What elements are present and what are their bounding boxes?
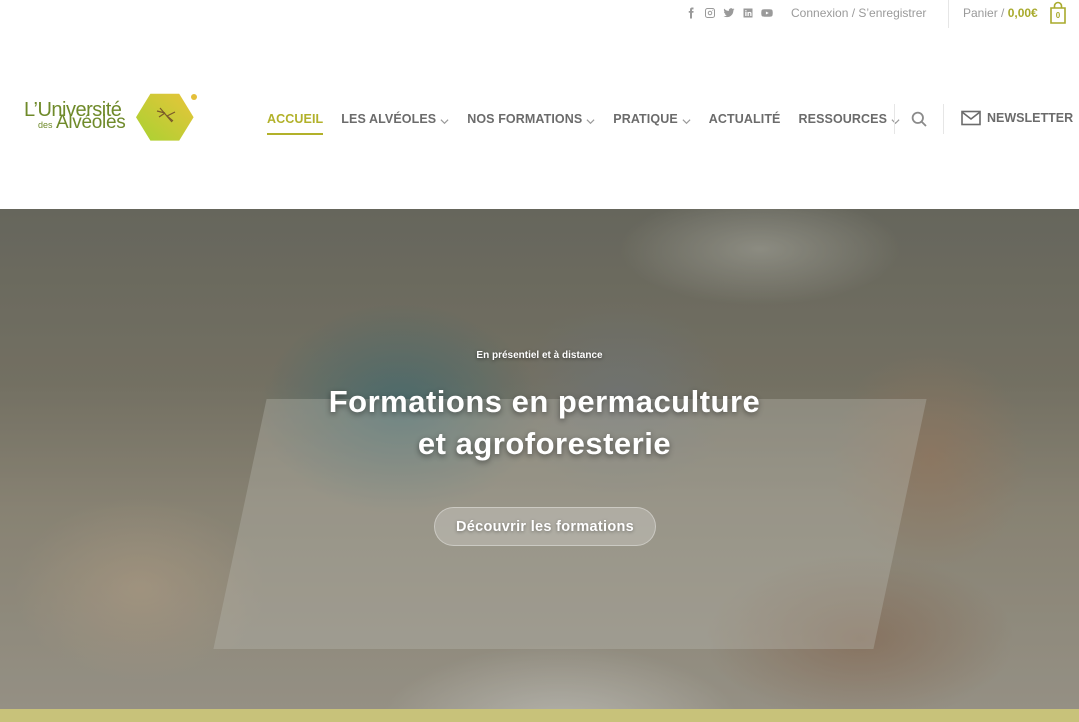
nav-item-label: RESSOURCES bbox=[798, 112, 888, 126]
envelope-icon bbox=[961, 110, 981, 126]
main-navigation: ACCUEIL LES ALVÉOLES NOS FORMATIONS PRAT… bbox=[267, 108, 918, 135]
nav-item-pratique[interactable]: PRATIQUE bbox=[613, 112, 691, 126]
nav-item-nos-formations[interactable]: NOS FORMATIONS bbox=[467, 112, 595, 126]
newsletter-link[interactable]: NEWSLETTER bbox=[961, 110, 1073, 126]
hero-title-line2: et agroforesterie bbox=[417, 426, 672, 461]
nav-item-accueil[interactable]: ACCUEIL bbox=[267, 112, 324, 135]
nav-item-label: ACCUEIL bbox=[267, 112, 324, 126]
hero-title: Formations en permaculture et agroforest… bbox=[0, 381, 1079, 465]
chevron-down-icon bbox=[891, 115, 900, 124]
twitter-icon[interactable] bbox=[722, 6, 735, 19]
nav-item-label: NOS FORMATIONS bbox=[467, 112, 583, 126]
newsletter-label: NEWSLETTER bbox=[987, 111, 1074, 125]
logo-text-line3: Alvéoles bbox=[56, 112, 126, 133]
divider bbox=[943, 104, 944, 134]
hero-title-line1: Formations en permaculture bbox=[328, 384, 761, 419]
nav-item-ressources[interactable]: RESSOURCES bbox=[799, 112, 901, 126]
social-links bbox=[684, 6, 773, 19]
nav-item-label: ACTUALITÉ bbox=[708, 112, 781, 126]
nav-item-les-alveoles[interactable]: LES ALVÉOLES bbox=[341, 112, 449, 126]
cart-link[interactable]: Panier / 0,00€ bbox=[963, 6, 1038, 20]
discover-formations-button[interactable]: Découvrir les formations bbox=[434, 507, 656, 546]
bottom-strip bbox=[0, 709, 1079, 722]
youtube-icon[interactable] bbox=[760, 6, 773, 19]
linkedin-icon[interactable] bbox=[741, 6, 754, 19]
chevron-down-icon bbox=[586, 115, 595, 124]
cart-count: 0 bbox=[1055, 11, 1061, 20]
cart-label: Panier / bbox=[963, 6, 1005, 20]
site-logo[interactable]: L’Université des Alvéoles bbox=[24, 92, 204, 148]
cart-amount: 0,00€ bbox=[1007, 6, 1038, 20]
hero-kicker: En présentiel et à distance bbox=[476, 350, 603, 361]
hexagon-dragonfly-icon bbox=[134, 92, 198, 148]
divider bbox=[948, 0, 949, 28]
hero-banner: En présentiel et à distance Formations e… bbox=[0, 209, 1079, 709]
nav-item-actualite[interactable]: ACTUALITÉ bbox=[709, 112, 781, 126]
logo-text-line2: des bbox=[38, 120, 53, 130]
facebook-icon[interactable] bbox=[684, 6, 697, 19]
instagram-icon[interactable] bbox=[703, 6, 716, 19]
nav-item-label: LES ALVÉOLES bbox=[341, 112, 437, 126]
login-register-link[interactable]: Connexion / S’enregistrer bbox=[791, 6, 926, 20]
nav-item-label: PRATIQUE bbox=[613, 112, 678, 126]
chevron-down-icon bbox=[440, 115, 449, 124]
chevron-down-icon bbox=[682, 115, 691, 124]
search-icon[interactable] bbox=[911, 111, 927, 127]
top-bar: Connexion / S’enregistrer Panier / 0,00€… bbox=[0, 0, 1079, 28]
divider bbox=[894, 104, 895, 134]
